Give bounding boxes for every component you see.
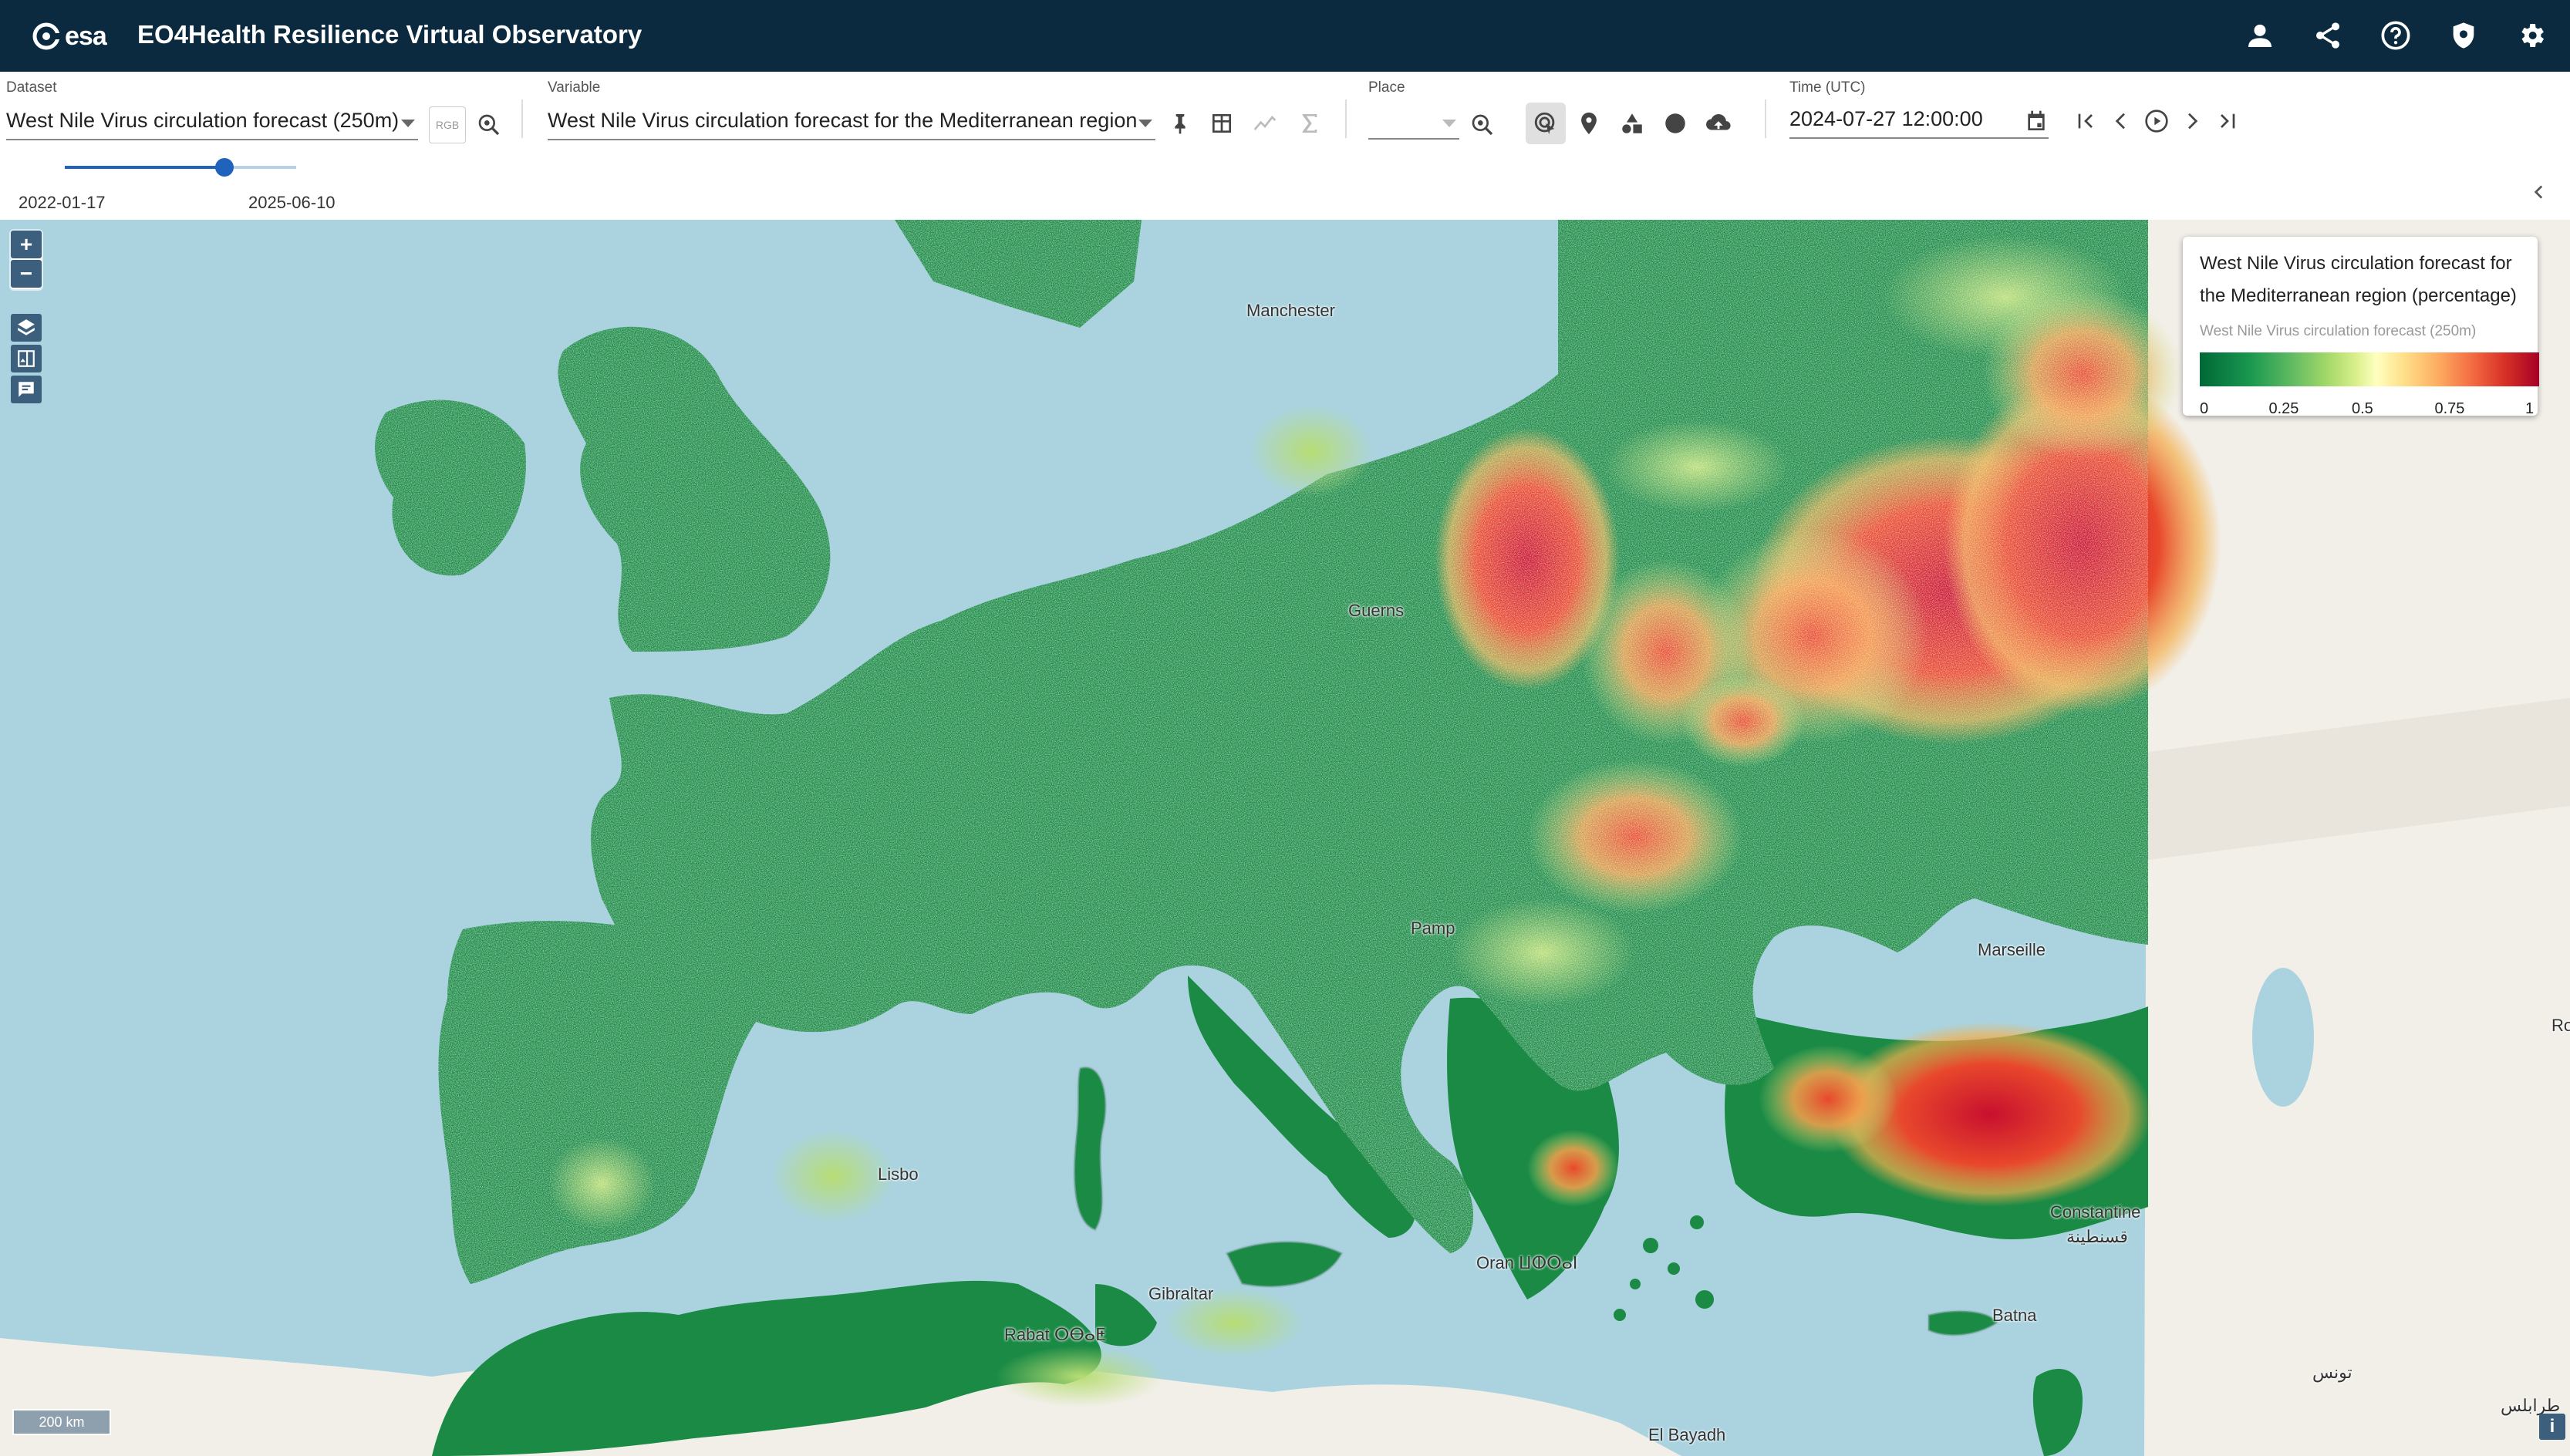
select-mode-icon[interactable]: [1526, 103, 1566, 144]
variable-select[interactable]: West Nile Virus circulation forecast for…: [548, 109, 1155, 140]
place-label: تونس: [2312, 1363, 2352, 1382]
user-icon[interactable]: [2241, 17, 2278, 54]
place-label: Roma: [2551, 1016, 2570, 1035]
statistics-sigma-icon[interactable]: [1293, 106, 1327, 140]
help-icon[interactable]: [2377, 17, 2414, 54]
previous-step-icon[interactable]: [2104, 104, 2138, 138]
calendar-icon[interactable]: [2019, 104, 2053, 138]
dataset-value: West Nile Virus circulation forecast (25…: [6, 109, 400, 132]
zoom-control: + −: [11, 231, 42, 289]
app-title: EO4Health Resilience Virtual Observatory: [137, 20, 642, 49]
split-view-icon[interactable]: [11, 345, 42, 372]
scale-bar: 200 km: [12, 1409, 111, 1435]
last-step-icon[interactable]: [2211, 104, 2245, 138]
play-icon[interactable]: [2140, 104, 2174, 138]
rgb-button[interactable]: RGB: [429, 106, 466, 143]
slider-thumb[interactable]: [215, 158, 234, 177]
next-step-icon[interactable]: [2175, 104, 2209, 138]
divider: [521, 99, 523, 138]
esa-logo-icon: [32, 22, 60, 50]
settings-icon[interactable]: [2513, 17, 2550, 54]
time-input[interactable]: 2024-07-27 12:00:00: [1789, 107, 2049, 139]
layers-icon[interactable]: [11, 314, 42, 342]
legend-tick-label: 0.5: [2352, 400, 2373, 417]
polygon-shapes-icon[interactable]: [1612, 103, 1652, 144]
attribution-button[interactable]: i: [2539, 1414, 2565, 1440]
place-label: Oran ⵡⵀⵔⴰⵏ: [1476, 1253, 1578, 1272]
time-range-slider[interactable]: [65, 158, 296, 177]
app-header: esa EO4Health Resilience Virtual Observa…: [0, 0, 2570, 72]
share-icon[interactable]: [2309, 17, 2346, 54]
time-value: 2024-07-27 12:00:00: [1789, 107, 1983, 130]
shield-icon[interactable]: [2445, 17, 2482, 54]
chevron-down-icon: [1138, 120, 1152, 127]
collapse-panel-icon[interactable]: [2525, 178, 2553, 206]
place-label: Gibraltar: [1148, 1284, 1214, 1303]
place-label: Pamp: [1411, 918, 1455, 938]
variable-label: Variable: [548, 79, 601, 96]
dataset-select[interactable]: West Nile Virus circulation forecast (25…: [6, 109, 418, 140]
dataset-info-icon[interactable]: [472, 108, 506, 142]
chevron-down-icon: [1442, 120, 1456, 127]
cloud-upload-icon[interactable]: [1698, 103, 1739, 144]
place-label: Marseille: [1978, 940, 2046, 959]
control-bar: Dataset West Nile Virus circulation fore…: [0, 72, 2570, 220]
legend-color-bar: [2200, 352, 2539, 386]
slider-fill: [65, 166, 224, 169]
range-start-label: 2022-01-17: [19, 193, 106, 212]
divider: [1765, 99, 1766, 138]
place-label: Constantine: [2050, 1202, 2141, 1222]
place-label: Lisbo: [878, 1164, 919, 1184]
legend-tick-label: 0.75: [2434, 400, 2465, 417]
first-step-icon[interactable]: [2069, 104, 2103, 138]
time-label: Time (UTC): [1789, 79, 1866, 96]
logo-text: esa: [65, 21, 107, 51]
place-info-icon[interactable]: [1465, 108, 1499, 142]
zoom-in-button[interactable]: +: [11, 231, 42, 258]
pin-icon[interactable]: [1163, 106, 1197, 140]
legend-tick-label: 0.25: [2268, 400, 2299, 417]
comment-icon[interactable]: [11, 376, 42, 403]
place-label: Manchester: [1246, 301, 1335, 320]
legend-tick-label: 1: [2525, 400, 2535, 417]
chevron-down-icon: [401, 120, 415, 127]
legend-subtitle: West Nile Virus circulation forecast (25…: [2200, 323, 2477, 339]
circle-icon[interactable]: [1655, 103, 1695, 144]
map-tool-buttons: [11, 314, 42, 406]
place-label: Guerns: [1348, 601, 1405, 620]
legend-tick-label: 0: [2200, 400, 2209, 417]
place-label: Batna: [1992, 1306, 2037, 1325]
table-add-icon[interactable]: [1205, 106, 1239, 140]
divider: [1345, 99, 1347, 138]
place-label: Rabat ⵔⴱⴰⵟ: [1004, 1325, 1106, 1344]
place-select[interactable]: [1368, 109, 1459, 140]
map-view[interactable]: Newcastleupon TyneManchesterGuernsMarsei…: [0, 220, 2570, 1456]
dataset-label: Dataset: [6, 79, 57, 96]
point-marker-icon[interactable]: [1569, 103, 1609, 144]
esa-logo: esa: [32, 19, 107, 54]
place-label: Place: [1368, 79, 1405, 96]
map-legend[interactable]: West Nile Virus circulation forecast for…: [2183, 237, 2539, 417]
place-label: قسنطينة: [2066, 1227, 2128, 1246]
range-end-label: 2025-06-10: [248, 193, 336, 212]
timeseries-icon[interactable]: [1248, 106, 1282, 140]
place-label: El Bayadh: [1648, 1425, 1726, 1444]
legend-title: West Nile Virus circulation forecast for…: [2200, 253, 2517, 306]
zoom-out-button[interactable]: −: [11, 260, 42, 288]
variable-value: West Nile Virus circulation forecast for…: [548, 109, 1138, 132]
